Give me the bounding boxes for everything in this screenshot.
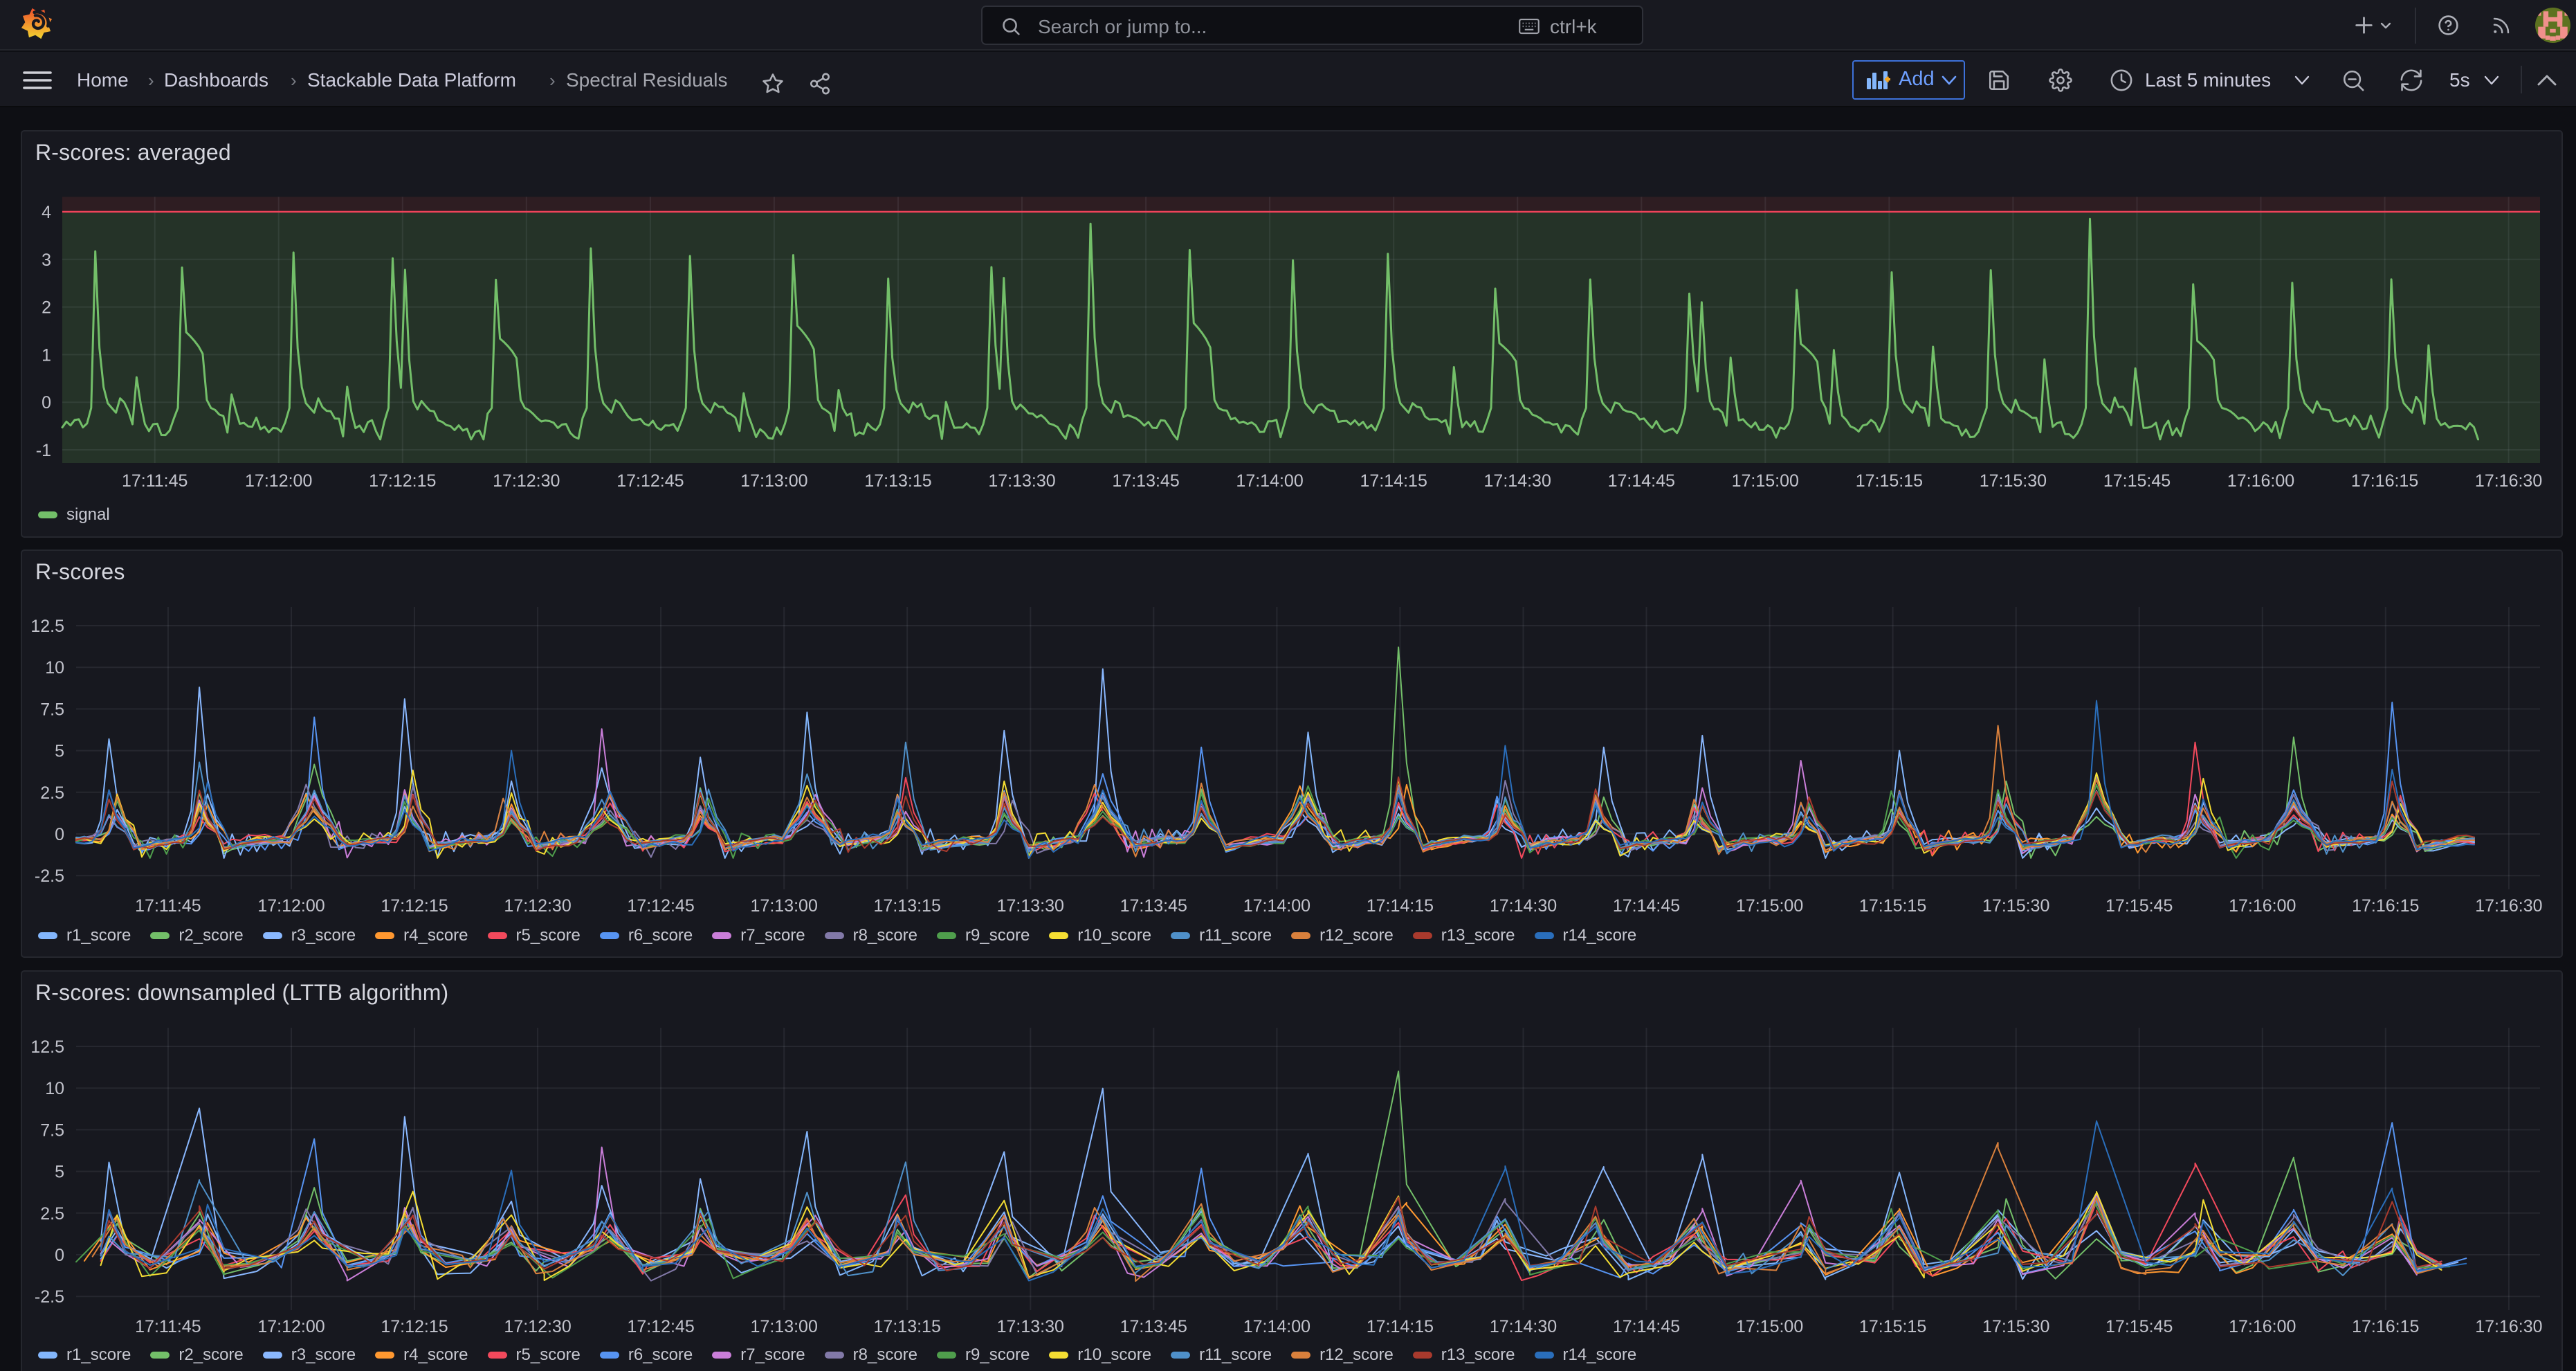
svg-text:3: 3 <box>42 251 51 270</box>
svg-text:17:15:45: 17:15:45 <box>2105 1317 2173 1336</box>
svg-text:1: 1 <box>42 345 51 365</box>
svg-text:17:11:45: 17:11:45 <box>122 471 188 491</box>
svg-text:10: 10 <box>45 658 64 678</box>
svg-text:17:14:30: 17:14:30 <box>1490 1317 1557 1336</box>
svg-text:17:16:30: 17:16:30 <box>2475 1317 2542 1336</box>
svg-text:17:12:30: 17:12:30 <box>493 471 560 491</box>
svg-text:-1: -1 <box>36 441 51 460</box>
svg-text:17:15:30: 17:15:30 <box>1982 896 2049 916</box>
svg-text:17:12:45: 17:12:45 <box>627 1317 694 1336</box>
svg-text:17:14:30: 17:14:30 <box>1490 896 1557 916</box>
svg-text:17:11:45: 17:11:45 <box>135 896 201 916</box>
svg-text:17:12:00: 17:12:00 <box>245 471 312 491</box>
svg-text:17:16:00: 17:16:00 <box>2229 1317 2296 1336</box>
svg-text:2.5: 2.5 <box>40 783 64 803</box>
svg-text:17:13:30: 17:13:30 <box>988 471 1055 491</box>
svg-text:17:14:15: 17:14:15 <box>1367 1317 1434 1336</box>
svg-text:17:13:45: 17:13:45 <box>1120 896 1187 916</box>
svg-text:0: 0 <box>55 1246 64 1265</box>
svg-text:5: 5 <box>55 1163 64 1182</box>
svg-text:17:12:30: 17:12:30 <box>504 1317 571 1336</box>
svg-text:4: 4 <box>42 203 51 222</box>
svg-text:17:14:15: 17:14:15 <box>1367 896 1434 916</box>
svg-text:5: 5 <box>55 742 64 761</box>
svg-text:17:14:15: 17:14:15 <box>1360 471 1427 491</box>
svg-text:7.5: 7.5 <box>40 1120 64 1140</box>
svg-text:12.5: 12.5 <box>30 1037 64 1057</box>
svg-text:17:15:45: 17:15:45 <box>2105 896 2173 916</box>
svg-text:17:13:00: 17:13:00 <box>740 471 807 491</box>
svg-text:17:15:00: 17:15:00 <box>1732 471 1799 491</box>
svg-text:2: 2 <box>42 298 51 318</box>
svg-text:17:13:15: 17:13:15 <box>874 1317 941 1336</box>
svg-text:17:13:00: 17:13:00 <box>751 1317 818 1336</box>
svg-text:17:12:15: 17:12:15 <box>381 1317 448 1336</box>
svg-text:17:13:30: 17:13:30 <box>997 1317 1064 1336</box>
svg-text:17:15:15: 17:15:15 <box>1856 471 1923 491</box>
svg-text:17:12:00: 17:12:00 <box>257 1317 325 1336</box>
svg-text:17:12:30: 17:12:30 <box>504 896 571 916</box>
svg-text:17:14:45: 17:14:45 <box>1613 896 1680 916</box>
svg-text:17:16:15: 17:16:15 <box>2352 896 2419 916</box>
svg-text:17:15:00: 17:15:00 <box>1736 896 1803 916</box>
svg-text:0: 0 <box>42 393 51 412</box>
svg-text:-2.5: -2.5 <box>35 1287 64 1307</box>
svg-text:17:15:00: 17:15:00 <box>1736 1317 1803 1336</box>
svg-text:17:14:00: 17:14:00 <box>1243 896 1310 916</box>
svg-text:0: 0 <box>55 825 64 844</box>
svg-text:-2.5: -2.5 <box>35 866 64 886</box>
svg-text:17:12:15: 17:12:15 <box>369 471 436 491</box>
svg-text:17:13:15: 17:13:15 <box>874 896 941 916</box>
svg-text:17:15:15: 17:15:15 <box>1859 1317 1926 1336</box>
svg-text:10: 10 <box>45 1079 64 1098</box>
svg-text:17:16:15: 17:16:15 <box>2351 471 2418 491</box>
svg-text:12.5: 12.5 <box>30 617 64 636</box>
svg-text:17:16:00: 17:16:00 <box>2227 471 2294 491</box>
svg-text:17:15:30: 17:15:30 <box>1982 1317 2049 1336</box>
svg-text:17:12:15: 17:12:15 <box>381 896 448 916</box>
svg-text:2.5: 2.5 <box>40 1204 64 1224</box>
svg-text:17:13:00: 17:13:00 <box>751 896 818 916</box>
svg-text:17:16:15: 17:16:15 <box>2352 1317 2419 1336</box>
svg-text:17:16:30: 17:16:30 <box>2475 896 2542 916</box>
svg-text:17:14:30: 17:14:30 <box>1484 471 1551 491</box>
svg-text:17:15:15: 17:15:15 <box>1859 896 1926 916</box>
svg-text:7.5: 7.5 <box>40 700 64 719</box>
svg-text:17:15:45: 17:15:45 <box>2103 471 2171 491</box>
svg-text:17:11:45: 17:11:45 <box>135 1317 201 1336</box>
svg-text:17:13:45: 17:13:45 <box>1112 471 1179 491</box>
svg-text:17:14:45: 17:14:45 <box>1608 471 1675 491</box>
svg-text:17:16:00: 17:16:00 <box>2229 896 2296 916</box>
svg-text:17:12:00: 17:12:00 <box>257 896 325 916</box>
svg-text:17:14:00: 17:14:00 <box>1236 471 1303 491</box>
svg-text:17:16:30: 17:16:30 <box>2475 471 2542 491</box>
svg-text:17:13:45: 17:13:45 <box>1120 1317 1187 1336</box>
svg-text:17:14:00: 17:14:00 <box>1243 1317 1310 1336</box>
svg-text:17:13:15: 17:13:15 <box>864 471 931 491</box>
svg-text:17:15:30: 17:15:30 <box>1980 471 2047 491</box>
svg-text:17:12:45: 17:12:45 <box>616 471 684 491</box>
svg-text:17:14:45: 17:14:45 <box>1613 1317 1680 1336</box>
svg-text:17:13:30: 17:13:30 <box>997 896 1064 916</box>
svg-text:17:12:45: 17:12:45 <box>627 896 694 916</box>
